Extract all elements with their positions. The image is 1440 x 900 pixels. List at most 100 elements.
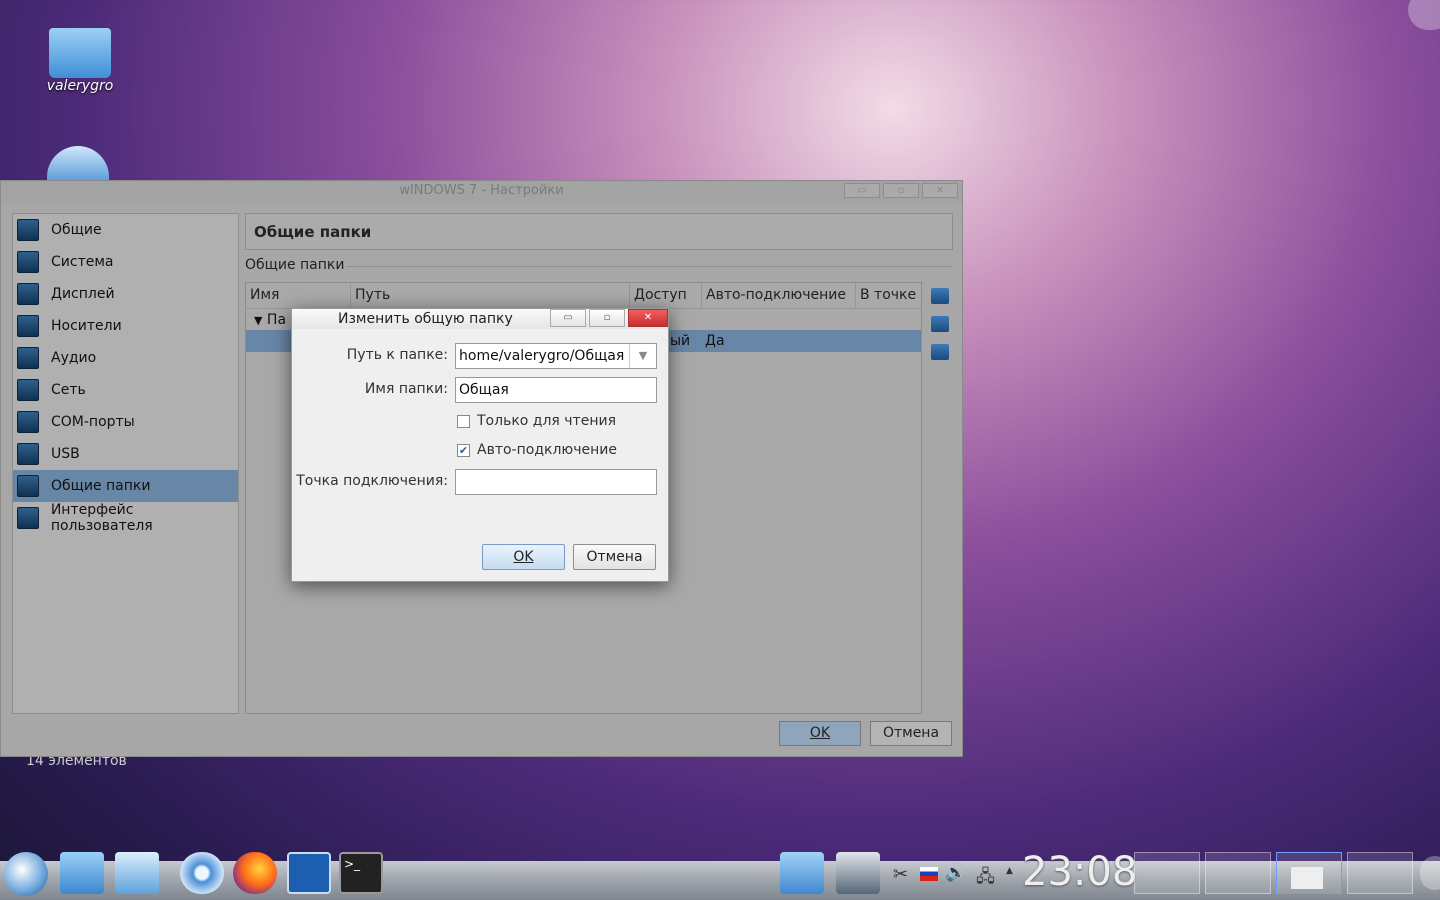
terminal-icon[interactable]: >_ <box>339 852 383 894</box>
folder-icon <box>17 475 39 497</box>
cancel-button[interactable]: Отмена <box>870 721 952 746</box>
sidebar-item-label: Система <box>51 254 114 270</box>
tray-expand-icon[interactable]: ▲ <box>1006 866 1013 876</box>
column-access[interactable]: Доступ <box>630 283 702 308</box>
firefox-icon[interactable] <box>233 852 277 894</box>
group-label: Общие папки <box>245 257 345 273</box>
cell-automount: Да <box>705 333 725 349</box>
downloads-folder-icon[interactable] <box>780 852 824 894</box>
close-button[interactable]: ✕ <box>922 183 958 198</box>
desktop-toolbox-icon[interactable] <box>1408 0 1440 30</box>
sidebar-item-storage[interactable]: Носители <box>13 310 238 342</box>
add-folder-icon[interactable] <box>931 288 949 304</box>
mount-point-input[interactable] <box>455 469 657 495</box>
sidebar-item-com-ports[interactable]: COM-порты <box>13 406 238 438</box>
maximize-button[interactable]: ▫ <box>589 309 625 327</box>
sidebar-item-label: USB <box>51 446 80 462</box>
automount-label[interactable]: Авто-подключение <box>477 442 617 458</box>
column-name[interactable]: Имя <box>246 283 351 308</box>
sidebar-item-label: Дисплей <box>51 286 115 302</box>
sidebar-item-usb[interactable]: USB <box>13 438 238 470</box>
path-label: Путь к папке: <box>346 347 448 363</box>
sidebar-item-system[interactable]: Система <box>13 246 238 278</box>
folder-icon <box>49 28 111 78</box>
readonly-checkbox[interactable] <box>457 415 470 428</box>
chevron-down-icon[interactable]: ▼ <box>629 344 656 368</box>
divider <box>346 266 953 267</box>
sidebar-item-label: Носители <box>51 318 122 334</box>
window-icon <box>17 507 39 529</box>
desktop-icon-web[interactable] <box>47 146 109 182</box>
close-button[interactable]: ✕ <box>628 309 668 327</box>
dialog-cancel-button[interactable]: Отмена <box>573 544 656 570</box>
network-icon[interactable]: 🖧 <box>976 864 995 893</box>
usb-icon <box>17 443 39 465</box>
sidebar-item-network[interactable]: Сеть <box>13 374 238 406</box>
desktop-pager-4[interactable] <box>1347 852 1413 894</box>
column-automount[interactable]: Авто-подключение <box>702 283 856 308</box>
desktop-pager-2[interactable] <box>1205 852 1271 894</box>
start-menu-button[interactable] <box>4 852 48 896</box>
sidebar-item-label: Аудио <box>51 350 97 366</box>
edit-shared-folder-dialog: Изменить общую папку ▭ ▫ ✕ Путь к папке:… <box>291 308 669 582</box>
chip-icon <box>17 251 39 273</box>
column-path[interactable]: Путь <box>351 283 630 308</box>
serial-port-icon <box>17 411 39 433</box>
mount-point-label: Точка подключения: <box>296 473 448 489</box>
cell-access: ый <box>670 333 691 349</box>
scissors-icon[interactable]: ✂ <box>893 864 908 885</box>
desktop-pager-3[interactable] <box>1276 852 1342 894</box>
edit-folder-icon[interactable] <box>931 316 949 332</box>
system-monitor-icon[interactable] <box>287 852 331 894</box>
sidebar-item-label: Сеть <box>51 382 86 398</box>
dialog-ok-button[interactable]: OK <box>482 544 565 570</box>
sidebar-item-general[interactable]: Общие <box>13 214 238 246</box>
disk-icon <box>17 315 39 337</box>
window-title: wINDOWS 7 - Настройки <box>399 183 564 198</box>
ok-label: OK <box>809 725 831 741</box>
path-combobox[interactable]: home/valerygro/Общая ▼ <box>455 343 657 369</box>
folder-name-input[interactable]: Общая <box>455 377 657 403</box>
sidebar-item-user-interface[interactable]: Интерфейс пользователя <box>13 502 238 534</box>
sidebar-item-label: Общие <box>51 222 102 238</box>
settings-gear-icon[interactable] <box>836 852 880 894</box>
ok-button[interactable]: OK <box>779 721 861 746</box>
text-editor-icon[interactable] <box>115 852 159 894</box>
desktop-pager-1[interactable] <box>1134 852 1200 894</box>
path-value: home/valerygro/Общая <box>459 348 625 364</box>
name-label: Имя папки: <box>364 381 448 397</box>
group-name: Па <box>266 312 287 328</box>
minimize-button[interactable]: ▭ <box>550 309 586 327</box>
network-icon <box>17 379 39 401</box>
sidebar-item-display[interactable]: Дисплей <box>13 278 238 310</box>
maximize-button[interactable]: ▫ <box>883 183 919 198</box>
clock[interactable]: 23:08 <box>1022 849 1137 895</box>
file-manager-icon[interactable] <box>60 852 104 894</box>
monitor-icon <box>17 219 39 241</box>
sidebar-item-label: Интерфейс пользователя <box>50 502 153 534</box>
volume-icon[interactable]: 🔊 <box>945 863 966 883</box>
settings-sidebar: Общие Система Дисплей Носители Аудио Сет… <box>12 213 239 714</box>
remove-folder-icon[interactable] <box>931 344 949 360</box>
sidebar-item-audio[interactable]: Аудио <box>13 342 238 374</box>
panel-menu-icon[interactable] <box>1420 856 1440 890</box>
sidebar-item-label: COM-порты <box>51 414 135 430</box>
expand-arrow-icon[interactable]: ▼ <box>246 314 262 327</box>
chromium-icon[interactable] <box>180 852 224 894</box>
column-mount-point[interactable]: В точке <box>856 283 921 308</box>
dialog-title: Изменить общую папку <box>338 311 513 327</box>
sidebar-item-shared-folders[interactable]: Общие папки <box>13 470 238 502</box>
speaker-icon <box>17 347 39 369</box>
desktop-icon-home[interactable]: valerygro <box>40 28 120 94</box>
page-title: Общие папки <box>245 213 953 250</box>
russian-flag-icon[interactable] <box>920 867 938 881</box>
minimize-button[interactable]: ▭ <box>844 183 880 198</box>
display-icon <box>17 283 39 305</box>
window-titlebar[interactable]: wINDOWS 7 - Настройки ▭ ▫ ✕ <box>1 181 962 203</box>
sidebar-item-label: Общие папки <box>51 478 151 494</box>
automount-checkbox[interactable]: ✔ <box>457 444 470 457</box>
readonly-label[interactable]: Только для чтения <box>477 413 616 429</box>
desktop-icon-label: valerygro <box>46 78 114 94</box>
dialog-titlebar[interactable]: Изменить общую папку ▭ ▫ ✕ <box>292 309 668 329</box>
ok-label: OK <box>513 549 534 565</box>
